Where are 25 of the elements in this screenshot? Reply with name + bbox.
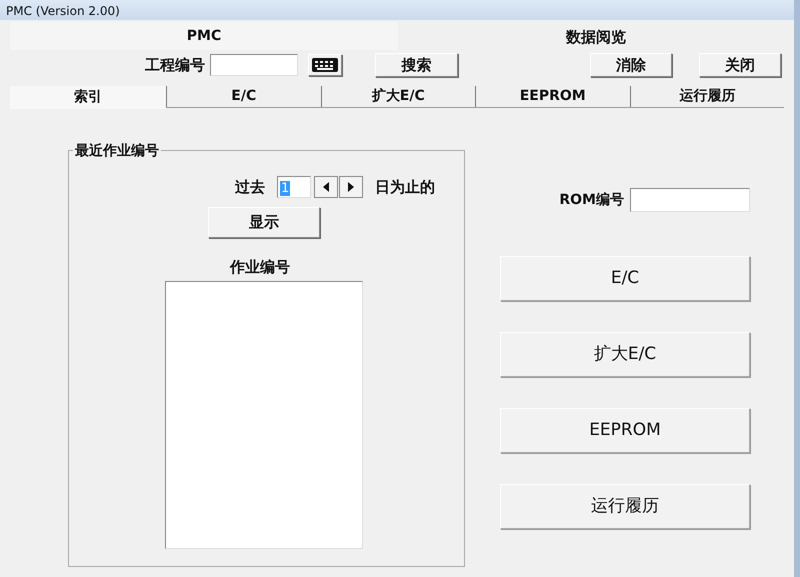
action-button[interactable]: E/C: [500, 256, 750, 301]
field-label: 日为止的: [375, 176, 435, 198]
left-arrow-icon: [323, 182, 329, 192]
tab[interactable]: 索引: [10, 86, 166, 109]
field-label: 工程编号: [145, 54, 205, 76]
section-title: PMC: [10, 22, 398, 50]
show-button[interactable]: 显示: [208, 207, 320, 238]
field-label: ROM编号: [559, 190, 624, 210]
window-title: PMC (Version 2.00): [0, 0, 794, 20]
arrow-button[interactable]: [314, 176, 338, 198]
search-button[interactable]: 搜索: [375, 53, 458, 77]
keyboard-icon: [312, 58, 338, 72]
list-label: 作业编号: [230, 257, 290, 278]
close-button[interactable]: 关闭: [699, 53, 781, 77]
action-button[interactable]: EEPROM: [500, 408, 750, 453]
action-button[interactable]: 运行履历: [500, 484, 750, 529]
project-number-field[interactable]: [210, 54, 298, 76]
keyboard-button[interactable]: [308, 54, 342, 76]
right-arrow-icon: [348, 182, 354, 192]
arrow-button[interactable]: [339, 176, 363, 198]
clear-button[interactable]: 消除: [590, 53, 672, 77]
action-button[interactable]: 扩大E/C: [500, 332, 750, 377]
rom-number-field[interactable]: [630, 188, 750, 212]
field-label: 过去: [235, 176, 265, 198]
section-title: 数据阅览: [564, 27, 627, 48]
